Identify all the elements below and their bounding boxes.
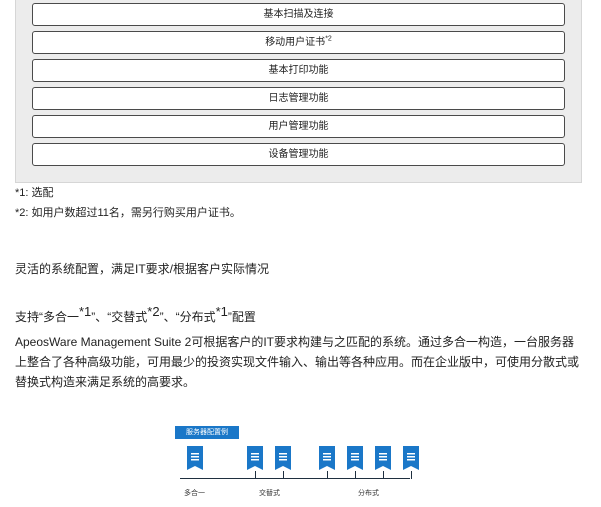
diagram-title: 服务器配置例 xyxy=(175,426,239,439)
subtitle-text: ”、“交替式 xyxy=(91,310,148,324)
section-title: 灵活的系统配置，满足IT要求/根据客户实际情况 xyxy=(15,262,269,276)
server-icon xyxy=(403,446,419,470)
caption-alternate: 交替式 xyxy=(259,490,280,497)
feature-label: 设备管理功能 xyxy=(268,149,329,160)
connector-line xyxy=(411,471,412,479)
connector-line xyxy=(383,471,384,479)
feature-item-mobile-license: 移动用户证书*2 xyxy=(32,31,565,54)
feature-label: 基本打印功能 xyxy=(268,65,329,76)
connector-line xyxy=(255,471,256,479)
subtitle-text: 支持“多合一 xyxy=(15,310,79,324)
connector-line xyxy=(355,471,356,479)
footnote-marker: *2 xyxy=(325,35,332,43)
feature-item-device: 设备管理功能 xyxy=(32,143,565,166)
footnote-2: *2: 如用户数超过11名，需另行购买用户证书。 xyxy=(15,207,241,219)
footnote-marker: *2 xyxy=(147,304,160,319)
footnote-marker: *1 xyxy=(215,304,228,319)
server-icon xyxy=(187,446,203,470)
connector-line xyxy=(327,471,328,479)
server-icon xyxy=(275,446,291,470)
server-config-diagram: 服务器配置例 多合一 交替式 分布式 xyxy=(170,426,430,506)
footnote-marker: *1 xyxy=(79,304,92,319)
feature-label: 移动用户证书 xyxy=(265,37,326,48)
feature-label: 日志管理功能 xyxy=(268,93,329,104)
server-icon xyxy=(347,446,363,470)
connector-line xyxy=(283,471,284,479)
feature-item-print: 基本打印功能 xyxy=(32,59,565,82)
section-paragraph: ApeosWare Management Suite 2可根据客户的IT要求构建… xyxy=(15,335,580,389)
server-icon xyxy=(375,446,391,470)
feature-item-scan: 基本扫描及连接 xyxy=(32,3,565,26)
caption-all-in-one: 多合一 xyxy=(184,490,205,497)
feature-label: 用户管理功能 xyxy=(268,121,329,132)
section-subtitle: 支持“多合一*1”、“交替式*2”、“分布式*1”配置 xyxy=(15,305,256,325)
feature-label: 基本扫描及连接 xyxy=(263,9,334,20)
feature-item-log: 日志管理功能 xyxy=(32,87,565,110)
subtitle-text: ”配置 xyxy=(227,310,256,324)
feature-item-user: 用户管理功能 xyxy=(32,115,565,138)
subtitle-text: ”、“分布式 xyxy=(159,310,216,324)
server-icon xyxy=(247,446,263,470)
feature-list-panel: 基本扫描及连接 移动用户证书*2 基本打印功能 日志管理功能 用户管理功能 设备… xyxy=(15,0,582,183)
server-icon xyxy=(319,446,335,470)
caption-distributed: 分布式 xyxy=(358,490,379,497)
footnote-1: *1: 选配 xyxy=(15,187,54,199)
network-line xyxy=(180,478,410,479)
